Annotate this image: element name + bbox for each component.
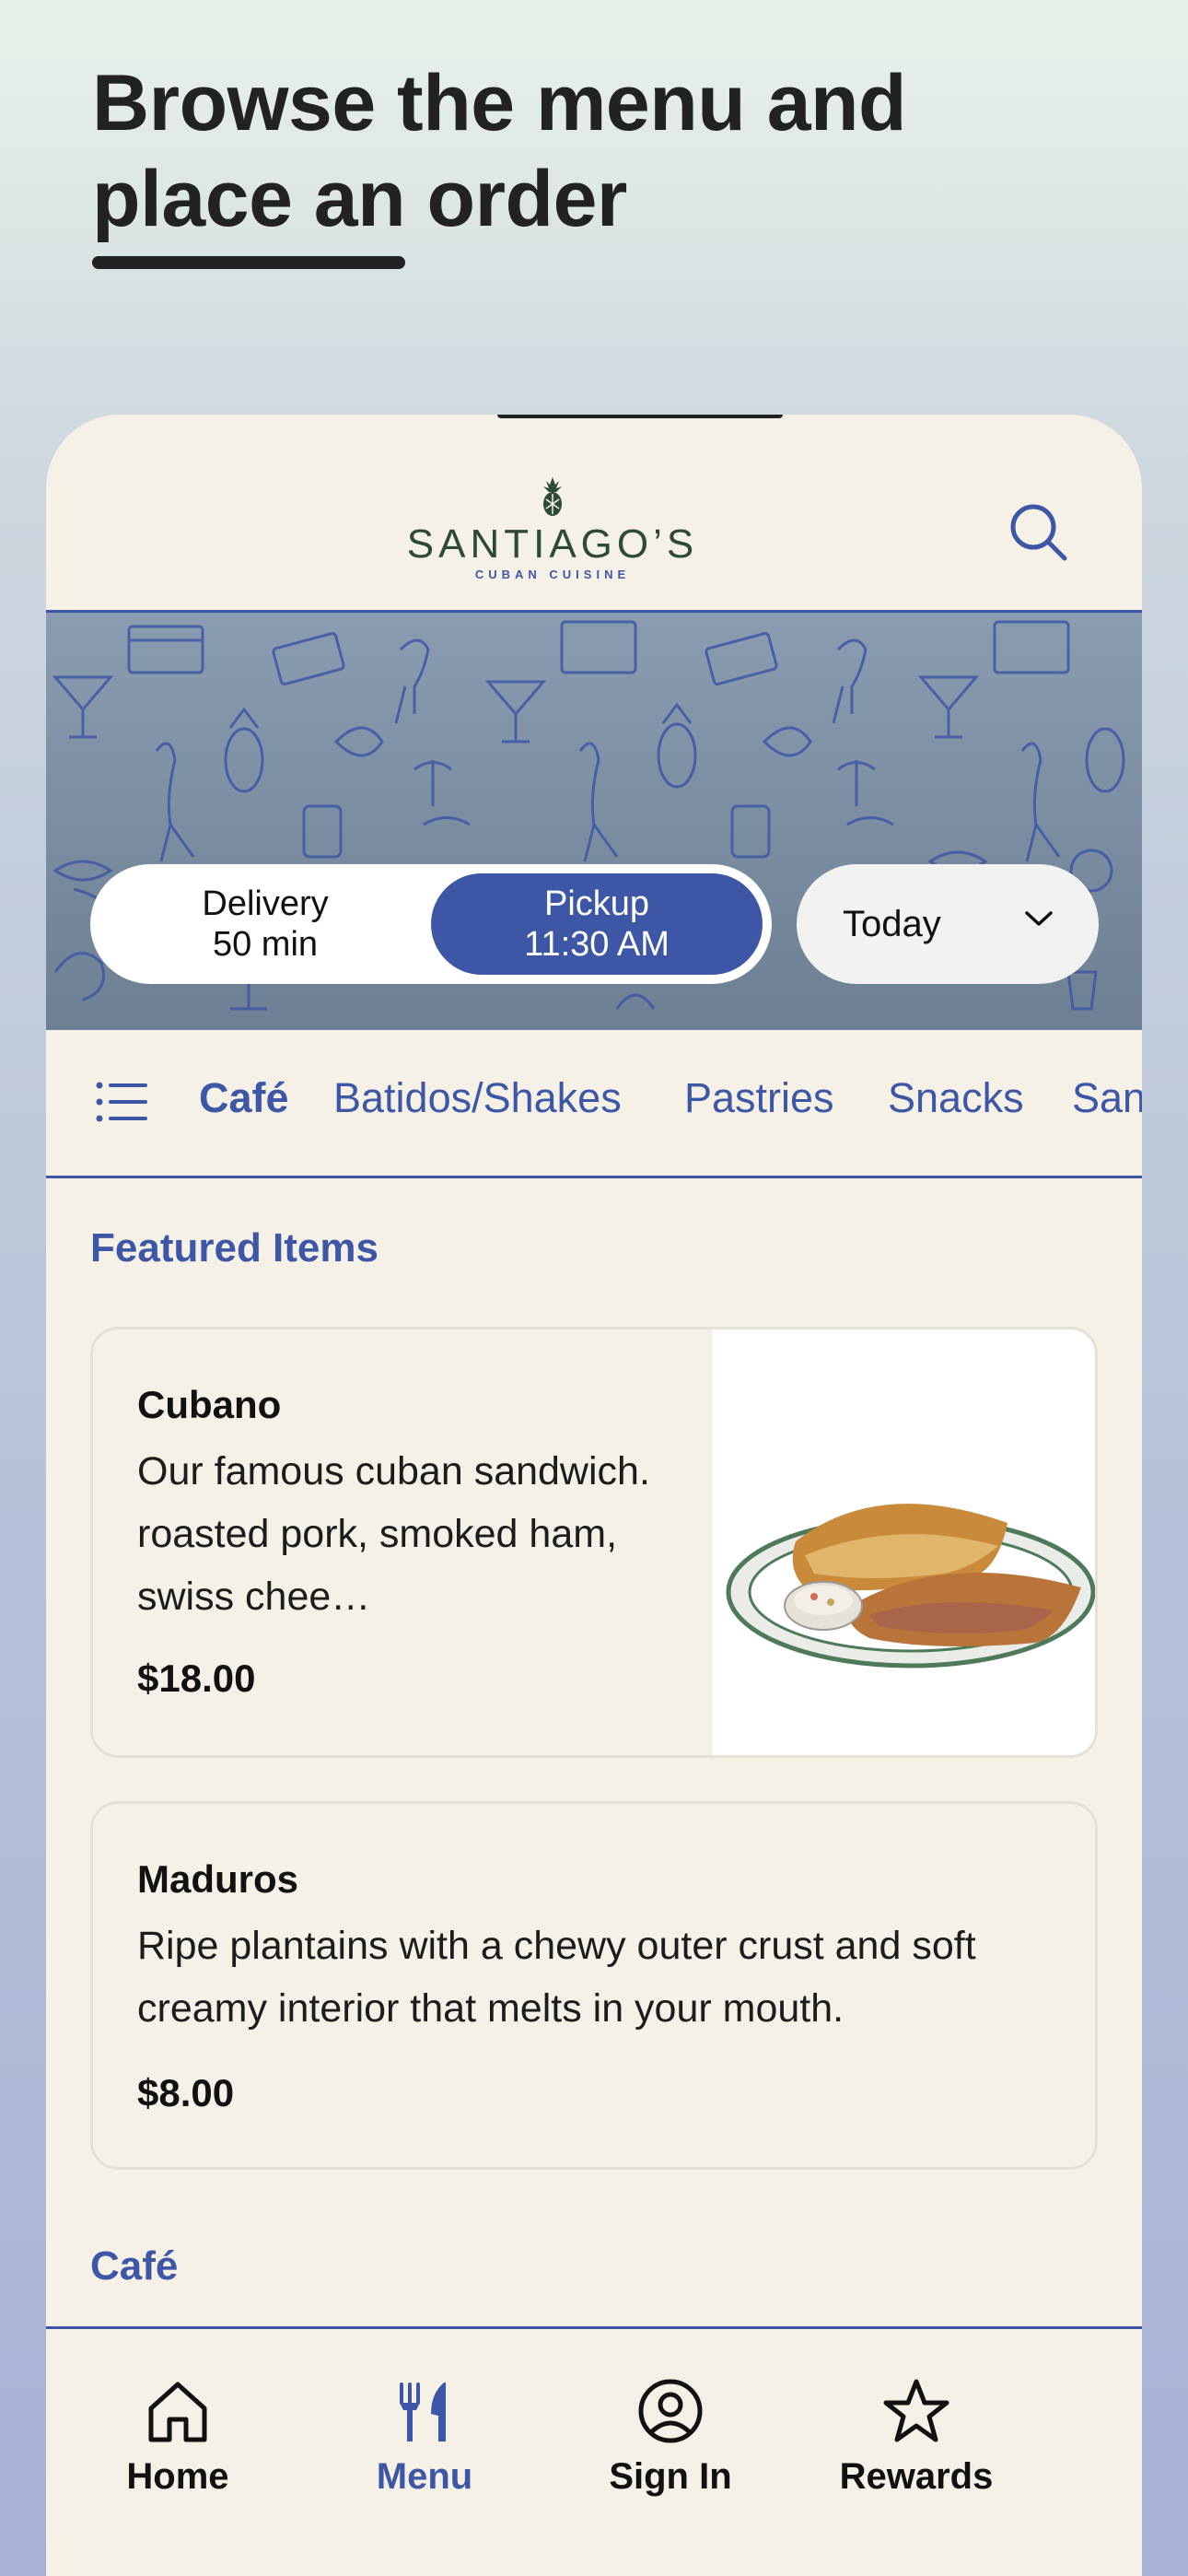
- sandwich-plate-image: [726, 1504, 1095, 1669]
- item-price: $18.00: [137, 1657, 256, 1700]
- user-circle-icon: [638, 2379, 703, 2443]
- category-nav: Café Batidos/Shakes Pastries Snacks Sand…: [46, 1030, 1142, 1178]
- item-name: Maduros: [137, 1857, 299, 1901]
- home-icon: [148, 2382, 207, 2442]
- chevron-down-icon: [1025, 911, 1053, 926]
- nav-sign-in[interactable]: Sign In: [578, 2377, 763, 2498]
- pickup-option[interactable]: Pickup 11:30 AM: [431, 873, 763, 975]
- category-tab-sandwiches[interactable]: Sandwiches: [1072, 1074, 1142, 1122]
- pickup-time: 11:30 AM: [524, 925, 670, 964]
- pineapple-icon: [543, 477, 562, 516]
- date-value: Today: [843, 903, 941, 944]
- nav-menu[interactable]: Menu: [332, 2377, 517, 2498]
- nav-sign-in-label: Sign In: [609, 2456, 732, 2497]
- item-name: Cubano: [137, 1383, 282, 1426]
- app-header: SANTIAGO’S CUBAN CUISINE: [46, 415, 1142, 613]
- category-tab-cafe[interactable]: Café: [199, 1074, 289, 1122]
- search-icon: [1010, 504, 1067, 561]
- list-icon: [96, 1082, 147, 1122]
- category-list-button[interactable]: [96, 1082, 149, 1127]
- order-mode-toggle: Delivery 50 min Pickup 11:30 AM: [90, 864, 772, 984]
- pickup-label: Pickup: [543, 884, 650, 923]
- date-select[interactable]: Today: [797, 864, 1099, 984]
- cafe-section-title: Café: [90, 2243, 179, 2289]
- nav-home[interactable]: Home: [86, 2377, 270, 2498]
- nav-rewards-label: Rewards: [839, 2456, 994, 2497]
- delivery-option[interactable]: Delivery 50 min: [99, 873, 431, 975]
- nav-menu-label: Menu: [376, 2456, 473, 2497]
- star-icon: [883, 2379, 949, 2442]
- item-photo: [713, 1329, 1095, 1755]
- nav-home-label: Home: [126, 2456, 229, 2497]
- menu-item-card-cubano[interactable]: Cubano Our famous cuban sandwich. roaste…: [90, 1327, 1098, 1758]
- item-price: $8.00: [137, 2071, 235, 2114]
- featured-section-title: Featured Items: [90, 1225, 379, 1270]
- search-button[interactable]: [1006, 499, 1070, 564]
- category-tab-pastries[interactable]: Pastries: [684, 1074, 834, 1122]
- menu-item-card-maduros[interactable]: Maduros Ripe plantains with a chewy oute…: [90, 1801, 1098, 2170]
- nav-rewards[interactable]: Rewards: [824, 2377, 1008, 2498]
- delivery-label: Delivery: [202, 884, 329, 923]
- category-tab-snacks[interactable]: Snacks: [888, 1074, 1024, 1122]
- bottom-nav: Home Menu Sign In Rewards: [46, 2326, 1142, 2576]
- brand-name: SANTIAGO’S: [406, 521, 699, 567]
- hero-banner: Delivery 50 min Pickup 11:30 AM Today: [46, 613, 1142, 1030]
- brand-tagline: CUBAN CUISINE: [474, 568, 631, 581]
- delivery-time: 50 min: [212, 925, 319, 964]
- brand-logo[interactable]: SANTIAGO’S CUBAN CUISINE: [405, 477, 700, 582]
- phone-frame: SANTIAGO’S CUBAN CUISINE Delivery 50 min…: [46, 415, 1142, 2576]
- fork-knife-icon: [400, 2383, 446, 2441]
- category-tab-batidos[interactable]: Batidos/Shakes: [333, 1074, 622, 1122]
- item-description: Ripe plantains with a chewy outer crust …: [137, 1924, 976, 2031]
- headline-underline: [92, 256, 405, 269]
- item-description: Our famous cuban sandwich. roasted pork,…: [137, 1449, 650, 1619]
- page-headline: Browse the menu and place an order: [92, 59, 907, 243]
